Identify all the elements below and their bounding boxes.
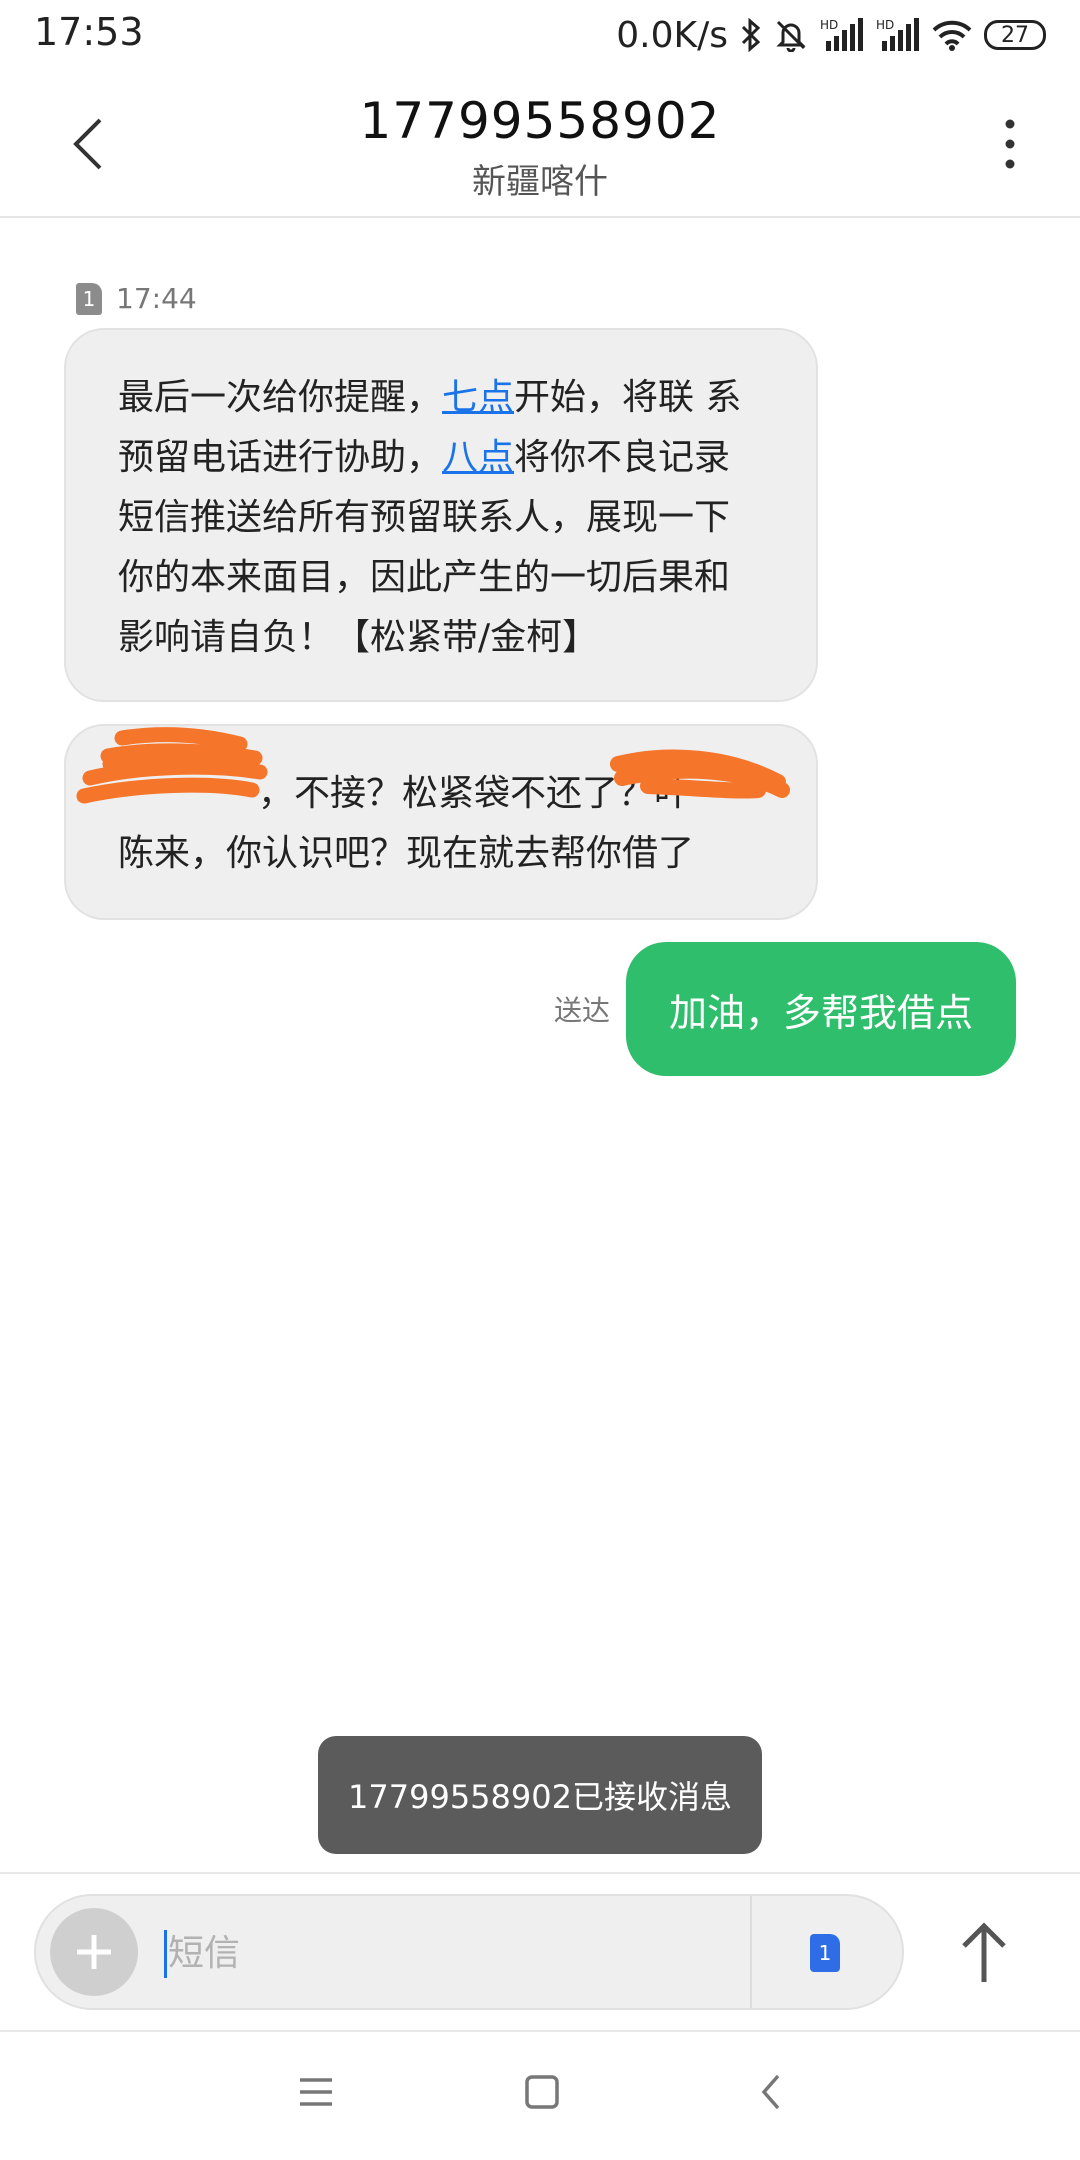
net-speed: 0.0K/s xyxy=(616,14,728,56)
sent-message-text: 加油，多帮我借点 xyxy=(668,990,973,1035)
message-meta: 1 17:44 xyxy=(76,282,197,315)
nav-back-button[interactable] xyxy=(752,2070,792,2118)
square-icon xyxy=(525,2075,559,2109)
delivery-status: 送达 xyxy=(553,994,610,1027)
more-options-button[interactable] xyxy=(990,114,1030,174)
received-message-bubble[interactable]: 最后一次给你提醒，七点开始，将联 系预留电话进行协助，八点将你不良记录短信推送给… xyxy=(64,328,818,702)
svg-text:HD: HD xyxy=(820,18,838,32)
svg-text:HD: HD xyxy=(876,18,894,32)
text-cursor xyxy=(164,1930,167,1978)
message-text: 最后一次给你提醒， xyxy=(118,377,443,418)
time-link[interactable]: 八点 xyxy=(442,437,514,478)
toast-notification: 17799558902已接收消息 xyxy=(318,1736,762,1854)
message-composer: 1 xyxy=(0,1872,1080,2032)
sms-input[interactable] xyxy=(166,1914,770,1992)
plus-icon xyxy=(77,1935,111,1969)
sim-number: 1 xyxy=(82,286,96,311)
received-message-bubble[interactable]: ，不接？松紧袋不还了？叶 陈来，你认识吧？现在就去帮你借了 xyxy=(64,724,818,920)
contact-number: 17799558902 xyxy=(359,92,721,150)
signal-hd-2-icon: HD xyxy=(876,17,920,53)
sent-message-row: 送达 加油，多帮我借点 xyxy=(554,942,1016,1076)
send-button[interactable] xyxy=(954,1918,1014,1988)
chevron-left-icon xyxy=(761,2074,780,2110)
arrow-up-icon xyxy=(962,1922,1006,1982)
message-text-line: ，不接？松紧袋不还了？叶 xyxy=(258,773,691,814)
menu-icon xyxy=(300,2078,332,2106)
message-time: 17:44 xyxy=(116,282,197,315)
sim-select-number: 1 xyxy=(818,1941,832,1965)
sim-select-button[interactable]: 1 xyxy=(810,1934,840,1972)
more-vertical-icon xyxy=(1005,119,1015,169)
battery-icon: 27 xyxy=(984,20,1046,50)
navigation-bar xyxy=(0,2032,1080,2160)
sent-message-bubble[interactable]: 加油，多帮我借点 xyxy=(626,942,1016,1076)
status-time: 17:53 xyxy=(34,10,144,54)
conversation-header: 17799558902 新疆喀什 xyxy=(0,70,1080,218)
signal-hd-1-icon: HD xyxy=(820,17,864,53)
time-link[interactable]: 七点 xyxy=(442,377,514,418)
bluetooth-icon xyxy=(740,18,762,52)
composer-divider xyxy=(750,1896,752,2008)
wifi-icon xyxy=(932,19,972,51)
message-text-line: 陈来，你认识吧？现在就去帮你借了 xyxy=(118,833,695,874)
add-attachment-button[interactable] xyxy=(50,1908,138,1996)
composer-box: 1 xyxy=(34,1894,904,2010)
status-icons: 0.0K/s HD HD 27 xyxy=(616,10,1046,60)
sms-conversation-screen: 17:53 0.0K/s HD HD 27 17799558902 新疆喀什 1… xyxy=(0,0,1080,2160)
toast-text: 17799558902已接收消息 xyxy=(348,1778,732,1816)
battery-level: 27 xyxy=(1001,22,1029,48)
nav-menu-button[interactable] xyxy=(296,2070,336,2118)
status-bar: 17:53 0.0K/s HD HD 27 xyxy=(0,0,1080,70)
nav-home-button[interactable] xyxy=(522,2070,562,2118)
sim-card-icon: 1 xyxy=(76,282,102,315)
contact-location: 新疆喀什 xyxy=(472,162,608,202)
mute-icon xyxy=(774,18,808,52)
